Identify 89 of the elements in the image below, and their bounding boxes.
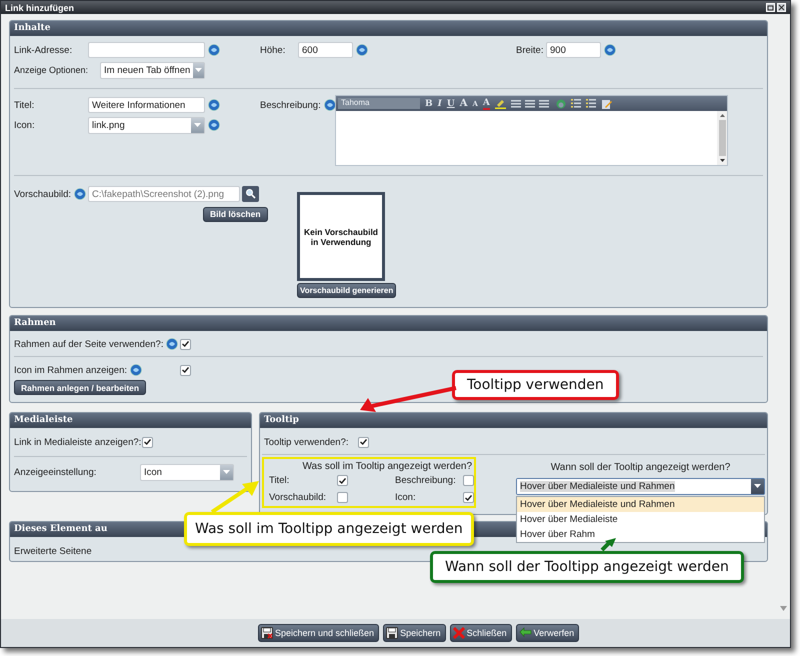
floppy-icon	[261, 627, 273, 639]
input-field[interactable]: 600	[298, 42, 353, 58]
help-icon[interactable]	[130, 364, 142, 376]
input-field[interactable]: 900	[546, 42, 601, 58]
globe-icon[interactable]	[556, 98, 566, 108]
scroll-down-icon[interactable]	[720, 159, 724, 162]
field-label: Tooltip verwenden?:	[264, 436, 350, 448]
annotation-arrow	[210, 480, 260, 514]
checkbox[interactable]	[337, 492, 348, 503]
format-button[interactable]: I	[438, 98, 442, 108]
field-label: Höhe:	[260, 44, 286, 56]
checkbox[interactable]	[358, 436, 369, 448]
field-label: Anzeige Optionen:	[14, 65, 90, 75]
input-field[interactable]: Weitere Informationen	[88, 97, 205, 113]
floppy-icon	[386, 627, 398, 639]
field-label: Rahmen auf der Seite verwenden?:	[14, 338, 164, 350]
caret-icon	[754, 484, 761, 489]
list-icons[interactable]	[570, 99, 597, 108]
window-title: Link hinzufügen	[5, 2, 74, 12]
close-icon	[452, 627, 465, 639]
edit-frames-button[interactable]: Rahmen anlegen / bearbeiten	[14, 380, 146, 395]
caret-icon	[194, 122, 201, 128]
dropdown[interactable]: link.png	[88, 116, 205, 134]
back-arrow-icon	[518, 627, 532, 639]
field-label: Titel:	[14, 100, 36, 110]
annotation-callout: Was soll im Tooltipp angezeigt werden	[184, 512, 474, 546]
section-title: Tooltip	[260, 413, 767, 428]
checkbox[interactable]	[142, 436, 153, 448]
highlight-icon[interactable]	[494, 98, 506, 108]
help-icon[interactable]	[208, 119, 220, 131]
field-label: Link-Adresse:	[14, 44, 74, 56]
close-button[interactable]: Schließen	[450, 624, 512, 642]
checkbox[interactable]	[337, 475, 348, 486]
checkbox[interactable]	[463, 475, 474, 486]
dropdown-option[interactable]: Hover über Medialeiste und Rahmen	[517, 497, 764, 512]
dropdown[interactable]: Hover über Medialeiste und Rahmen	[516, 478, 765, 495]
field-label: Icon:	[395, 492, 417, 503]
field-label: Icon:	[14, 120, 36, 130]
annotation-callout: Wann soll der Tooltipp angezeigt werden	[430, 551, 744, 583]
checkbox[interactable]	[180, 338, 191, 350]
help-icon[interactable]	[166, 338, 178, 350]
save-button[interactable]: Speichern	[383, 624, 446, 642]
help-icon[interactable]	[208, 99, 220, 111]
input-field[interactable]	[88, 42, 205, 58]
close-icon[interactable]	[777, 3, 786, 12]
discard-button[interactable]: Verwerfen	[516, 624, 580, 642]
help-icon[interactable]	[74, 188, 86, 200]
field-label: Erweiterte Seitene	[14, 546, 92, 556]
section-title: Medialeiste	[10, 413, 251, 428]
format-button[interactable]: A	[460, 98, 468, 108]
group-heading: Wann soll der Tooltip angezeigt werden?	[550, 462, 730, 473]
field-label: Icon im Rahmen anzeigen:	[14, 364, 128, 376]
file-field[interactable]: C:\fakepath\Screenshot (2).png	[88, 186, 240, 202]
caret-icon	[223, 470, 230, 474]
format-button[interactable]: A	[482, 98, 490, 110]
dropdown[interactable]: Im neuen Tab öffnen	[100, 62, 205, 78]
help-icon[interactable]	[208, 44, 220, 56]
format-button[interactable]: B	[425, 98, 433, 108]
caret-icon	[195, 68, 202, 72]
help-icon[interactable]	[324, 99, 336, 111]
scroll-up-icon[interactable]	[720, 114, 724, 117]
generate-preview-button[interactable]: Vorschaubild generieren	[297, 283, 396, 298]
group-heading: Was soll im Tooltip angezeigt werden?	[302, 461, 472, 472]
help-icon[interactable]	[604, 44, 616, 56]
annotation-callout: Tooltipp verwenden	[452, 370, 619, 400]
edit-icon[interactable]	[602, 98, 612, 108]
checkbox[interactable]	[180, 364, 191, 376]
checkbox[interactable]	[463, 492, 474, 503]
field-label: Vorschaubild:	[269, 492, 328, 503]
restore-icon[interactable]	[766, 3, 775, 12]
field-label: Breite:	[516, 44, 544, 56]
format-button[interactable]: U	[446, 98, 455, 108]
annotation-arrow	[600, 538, 616, 550]
delete-image-button[interactable]: Bild löschen	[203, 206, 268, 222]
search-icon[interactable]	[242, 186, 259, 202]
help-icon[interactable]	[356, 44, 368, 56]
save-close-button[interactable]: Speichern und schließen	[258, 624, 380, 642]
field-label: Link in Medialeiste anzeigen?:	[14, 436, 142, 448]
field-label: Beschreibung:	[260, 100, 321, 110]
section-title: Inhalte	[10, 21, 767, 36]
preview-area: Kein Vorschaubild in Verwendung	[297, 192, 385, 281]
field-label: Beschreibung:	[395, 475, 457, 486]
scrollbar[interactable]	[717, 111, 727, 165]
field-label: Titel:	[269, 475, 290, 486]
dropdown[interactable]: Icon	[140, 464, 234, 480]
section-title: Rahmen	[10, 316, 767, 331]
field-label: Anzeigeeinstellung:	[14, 466, 98, 478]
align-icons[interactable]	[510, 100, 551, 108]
field-label: Vorschaubild:	[14, 188, 72, 200]
